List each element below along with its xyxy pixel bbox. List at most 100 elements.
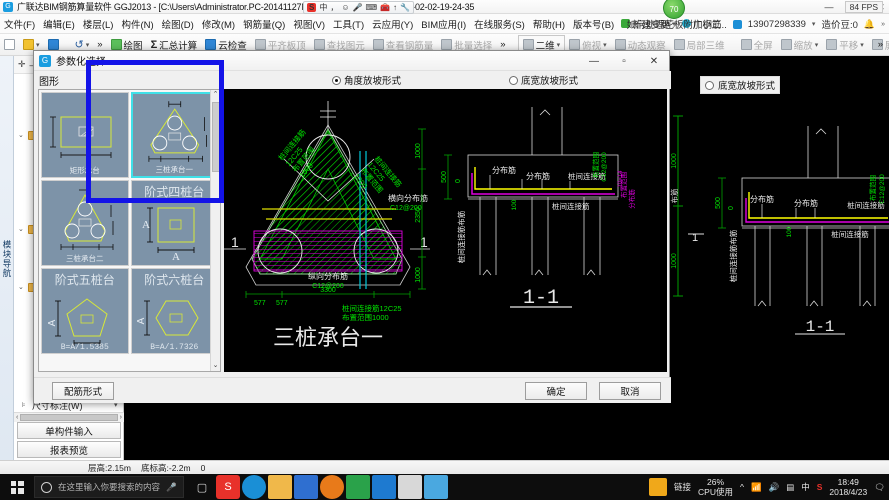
taskbar-app-ggj[interactable] <box>424 475 448 499</box>
add-icon[interactable]: ✛ <box>18 59 26 70</box>
menu-draw[interactable]: 绘图(D) <box>158 17 198 31</box>
start-button[interactable] <box>0 474 34 500</box>
ime-toolbar[interactable]: S 中 ， ☺ 🎤 ⌨ 🧰 ↑ 🔧 <box>303 1 414 14</box>
toolbar-overflow-3[interactable]: » <box>874 35 887 55</box>
ime-panel-icon[interactable]: ▤ <box>786 482 794 493</box>
thumbnail-title: 阶式四桩台 <box>144 185 205 199</box>
svg-text:桩间连接筋12C25: 桩间连接筋12C25 <box>342 303 402 313</box>
scroll-thumb[interactable] <box>212 102 220 172</box>
thumbnail-three-pile-cap-1[interactable]: 三桩承台一 <box>130 92 218 178</box>
menu-edit[interactable]: 编辑(E) <box>39 17 79 31</box>
thumbnail-scrollbar[interactable]: ⌃ ⌄ <box>210 90 220 371</box>
menu-bim[interactable]: BIM应用(I) <box>417 17 470 31</box>
partial-3d-label: 局部三维 <box>686 40 725 52</box>
cad-preview-area[interactable]: 1 1 桩间连接筋 12C25 布置范围 1000 桩间连接筋 12C25 布置… <box>224 89 667 372</box>
chevron-down-icon[interactable]: ▾ <box>36 41 40 49</box>
taskbar-app-sogou[interactable]: S <box>216 475 240 499</box>
notification-center-icon[interactable]: 🗨 <box>874 482 885 493</box>
clock[interactable]: 18:49 2018/4/23 <box>829 477 867 497</box>
chevron-down-icon[interactable]: ⌄ <box>18 131 25 139</box>
menu-version[interactable]: 版本号(B) <box>569 17 618 31</box>
menu-file[interactable]: 文件(F) <box>0 17 39 31</box>
taskbar-app-office[interactable] <box>372 475 396 499</box>
radio-angle-slope[interactable]: 角度放坡形式 <box>332 73 401 87</box>
new-file-button[interactable] <box>0 35 19 55</box>
chevron-down-icon[interactable]: ▾ <box>812 20 816 28</box>
ime-emoji-icon[interactable]: ☺ <box>341 3 349 12</box>
thumbnail-title: 阶式五桩台 <box>54 273 115 287</box>
single-component-input-button[interactable]: 单构件输入 <box>17 422 121 439</box>
menu-tools[interactable]: 工具(T) <box>329 17 368 31</box>
task-view-icon[interactable]: ▢ <box>190 475 214 499</box>
thumbnail-stepped-five-pile-cap[interactable]: 阶式五桩台 A B=A/1.5385 <box>41 268 129 354</box>
thumbnail-stepped-six-pile-cap[interactable]: 阶式六桩台 A B=A/1.7326 <box>130 268 218 354</box>
thumbnail-three-pile-cap-2[interactable]: 三桩承台二 <box>41 180 129 266</box>
ime-punct-icon[interactable]: ， <box>330 2 338 13</box>
sogou-tray-icon[interactable]: S <box>817 482 823 492</box>
ime-mode-icon[interactable]: 中 <box>319 2 327 13</box>
chevron-down-icon[interactable]: ▾ <box>860 41 864 49</box>
taskbar-app-wechat[interactable] <box>346 475 370 499</box>
thumbnail-stepped-four-pile-cap[interactable]: 阶式四桩台 A A <box>130 180 218 266</box>
cpu-label: CPU使用 <box>698 487 733 497</box>
menu-online-service[interactable]: 在线服务(S) <box>470 17 529 31</box>
dialog-body: 图形 矩形承台 三桩承台一 三桩承台二 阶式四桩台 A A 阶式五桩台 A B=… <box>34 71 671 377</box>
chevron-down-icon[interactable]: ▾ <box>86 41 90 49</box>
tray-expand-icon[interactable]: ^ <box>740 482 744 492</box>
ime-toolbox-icon[interactable]: 🧰 <box>380 3 390 12</box>
taskbar-app-mail[interactable] <box>294 475 318 499</box>
overflow-icon[interactable]: » <box>881 21 885 28</box>
bell-icon[interactable]: 🔔 <box>864 19 875 30</box>
account-phone[interactable]: 13907298339 <box>748 19 806 30</box>
cad-canvas-right[interactable]: 1000 1000 布筋 1 分布筋 分布筋 桩间连接筋 桩间连接筋 桩间连接筋… <box>670 56 889 460</box>
volume-icon[interactable]: 🔊 <box>769 482 780 493</box>
dialog-maximize-button[interactable]: ▫ <box>609 51 639 71</box>
taskbar-app-notes[interactable] <box>398 475 422 499</box>
ime-up-icon[interactable]: ↑ <box>393 3 397 12</box>
tray-app-icon[interactable] <box>649 478 667 496</box>
ok-button[interactable]: 确定 <box>525 381 587 400</box>
network-icon[interactable]: 📶 <box>751 482 762 493</box>
rebar-form-button[interactable]: 配筋形式 <box>52 381 114 400</box>
menu-modify[interactable]: 修改(M) <box>198 17 239 31</box>
ime-language-icon[interactable]: 中 <box>801 481 810 493</box>
chevron-down-icon[interactable]: ▾ <box>603 41 607 49</box>
ime-wrench-icon[interactable]: 🔧 <box>400 3 410 12</box>
menu-help[interactable]: 帮助(H) <box>529 17 569 31</box>
ime-keyboard-icon[interactable]: ⌨ <box>365 3 377 12</box>
dialog-minimize-button[interactable]: — <box>579 51 609 71</box>
chevron-down-icon[interactable]: ⌄ <box>18 225 25 233</box>
svg-text:布置范围: 布置范围 <box>868 175 877 201</box>
radio-bottom-width-slope[interactable]: 底宽放坡形式 <box>509 73 578 87</box>
dialog-close-button[interactable]: ✕ <box>639 51 669 71</box>
sogou-ime-icon[interactable]: S <box>307 3 317 12</box>
chevron-down-icon[interactable]: ▾ <box>815 41 819 49</box>
taskbar-app-explorer[interactable] <box>268 475 292 499</box>
menu-cloud[interactable]: 云应用(Y) <box>368 17 417 31</box>
thumbnail-rect-cap[interactable]: 矩形承台 <box>41 92 129 178</box>
taskbar-app-browser[interactable] <box>242 475 266 499</box>
report-preview-button[interactable]: 报表预览 <box>17 441 121 458</box>
taskbar-search-box[interactable]: 在这里输入你要搜索的内容 🎤 <box>34 476 184 498</box>
microphone-icon[interactable]: 🎤 <box>166 482 177 493</box>
fps-indicator: 84 FPS <box>844 1 883 13</box>
scroll-down-icon[interactable]: ⌄ <box>211 361 220 371</box>
tray-link-label[interactable]: 链接 <box>674 481 691 493</box>
ime-mic-icon[interactable]: 🎤 <box>353 3 363 12</box>
menu-view[interactable]: 视图(V) <box>289 17 329 31</box>
menu-component[interactable]: 构件(N) <box>117 17 157 31</box>
menu-rebar-quantity[interactable]: 钢筋量(Q) <box>239 17 289 31</box>
svg-text:500: 500 <box>441 171 448 183</box>
chevron-down-icon[interactable]: ⌄ <box>18 283 25 291</box>
taskbar-app-firefox[interactable] <box>320 475 344 499</box>
minimize-button[interactable]: — <box>823 2 835 12</box>
chevron-down-icon[interactable]: ▾ <box>557 41 561 49</box>
background-radio-bottom-width[interactable]: 底宽放坡形式 <box>700 76 781 94</box>
scroll-up-icon[interactable]: ⌃ <box>211 90 220 100</box>
cancel-button[interactable]: 取消 <box>599 381 661 400</box>
partial-3d-icon <box>673 39 685 50</box>
coin-balance[interactable]: 造价豆:0 <box>821 17 857 31</box>
module-navigation-strip[interactable]: 模块导航 <box>0 56 14 460</box>
thumbnail-list-pane[interactable]: 矩形承台 三桩承台一 三桩承台二 阶式四桩台 A A 阶式五桩台 A B=A/1… <box>38 89 221 372</box>
menu-floor[interactable]: 楼层(L) <box>79 17 118 31</box>
